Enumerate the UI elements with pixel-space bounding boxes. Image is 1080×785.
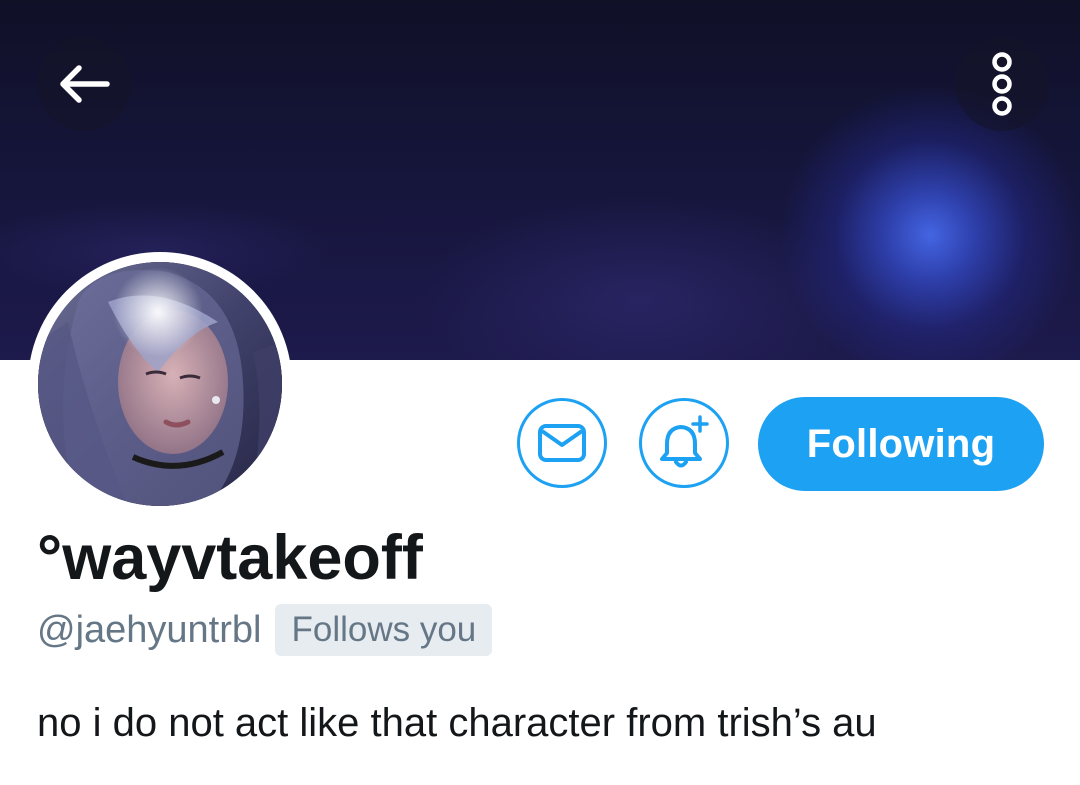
following-button[interactable]: Following (758, 397, 1044, 491)
display-name: °wayvtakeoff (37, 523, 423, 593)
vertical-ellipsis-icon (992, 52, 1012, 116)
bell-plus-icon (660, 415, 709, 468)
more-options-button[interactable] (955, 37, 1049, 131)
avatar-ring (28, 252, 292, 516)
arrow-left-icon (60, 65, 110, 103)
user-handle: @jaehyuntrbl (37, 608, 262, 651)
follows-you-badge: Follows you (275, 604, 493, 656)
profile-screen: Following °wayvtakeoff @jaehyuntrbl Foll… (0, 0, 1080, 785)
profile-bio: no i do not act like that character from… (37, 701, 877, 745)
notifications-button[interactable] (639, 398, 729, 488)
back-button[interactable] (37, 37, 131, 131)
message-button[interactable] (517, 398, 607, 488)
avatar-photo (38, 262, 282, 506)
avatar[interactable] (38, 262, 282, 506)
handle-row: @jaehyuntrbl Follows you (37, 603, 493, 657)
envelope-icon (538, 424, 586, 462)
